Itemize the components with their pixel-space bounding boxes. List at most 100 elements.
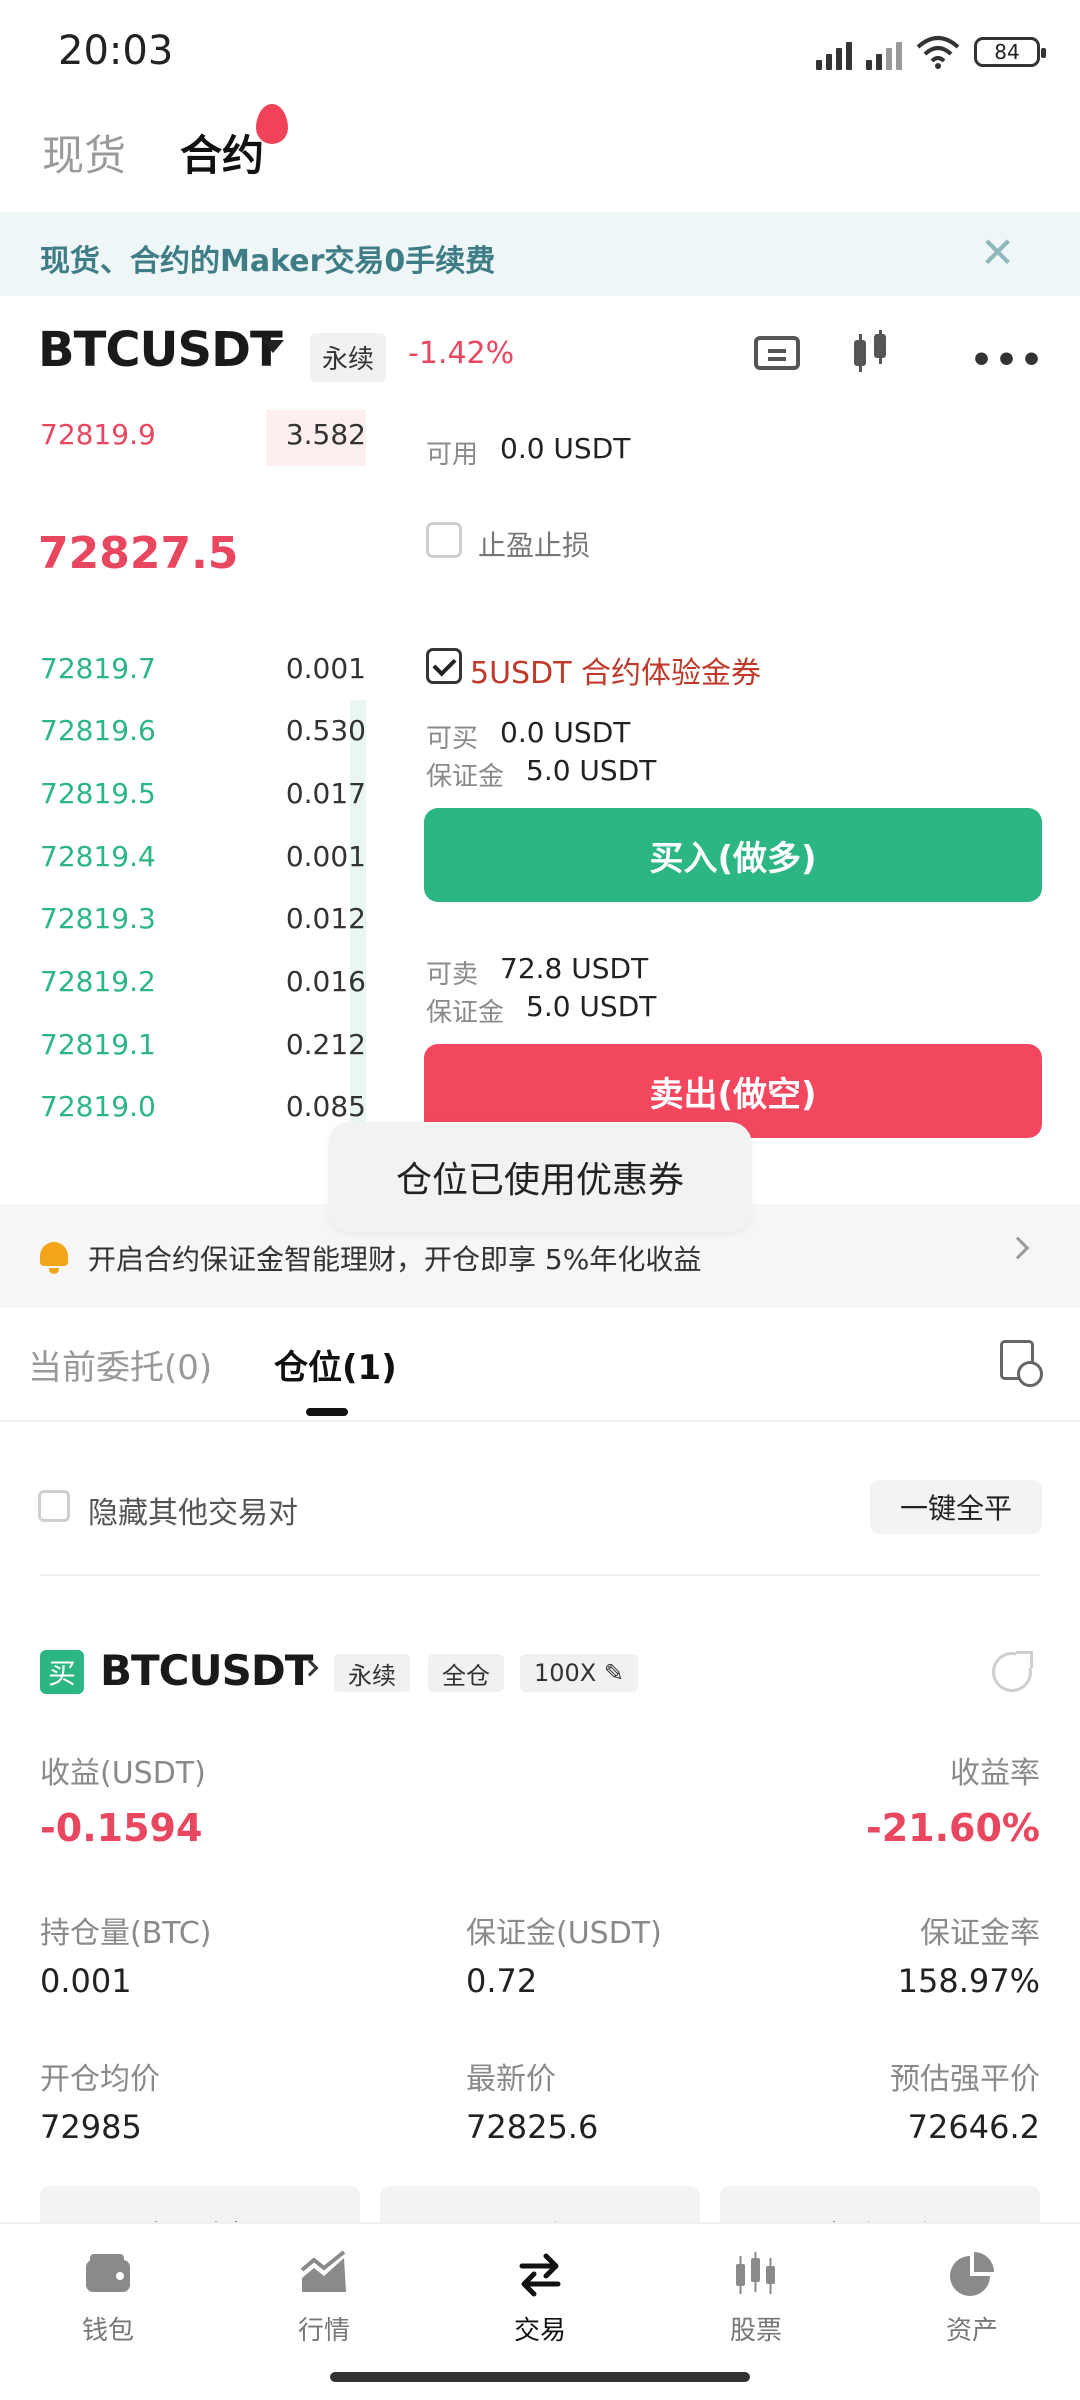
wifi-icon [916, 36, 960, 69]
nav-assets[interactable]: 资产 [912, 2248, 1032, 2347]
entry-price-value: 72985 [40, 2108, 142, 2146]
margin-ratio-label: 保证金率 [920, 1916, 1040, 1951]
hide-others-label[interactable]: 隐藏其他交易对 [88, 1488, 298, 1532]
liq-price-value: 72646.2 [907, 2108, 1040, 2146]
close-all-button[interactable]: 一键全平 [870, 1480, 1042, 1534]
buy-long-button[interactable]: 买入(做多) [424, 808, 1042, 902]
mark-price-value: 72825.6 [466, 2108, 599, 2146]
margin-ratio-value: 158.97% [897, 1962, 1040, 2000]
bid-qty: 0.001 [285, 652, 366, 685]
battery-level: 84 [994, 40, 1020, 64]
home-indicator[interactable] [330, 2372, 750, 2382]
bid-qty: 0.212 [285, 1028, 366, 1061]
cross-margin-chip: 全仓 [428, 1654, 504, 1692]
can-buy-value: 0.0 USDT [500, 716, 631, 749]
sell-margin-value: 5.0 USDT [526, 990, 657, 1023]
signal-icon-2 [866, 34, 902, 70]
margin-label: 保证金(USDT) [466, 1916, 662, 1951]
pnl-label: 收益(USDT) [40, 1756, 206, 1791]
nav-trade[interactable]: 交易 [480, 2248, 600, 2347]
chart-icon [300, 2250, 346, 2292]
can-sell-label: 可卖 [426, 960, 479, 990]
toast-message: 仓位已使用优惠券 [328, 1122, 752, 1232]
roe-label: 收益率 [950, 1756, 1040, 1791]
bid-price[interactable]: 72819.4 [40, 840, 156, 873]
divider [40, 1574, 1040, 1576]
swap-icon [519, 2253, 561, 2297]
bid-price[interactable]: 72819.0 [40, 1090, 156, 1123]
hot-flame-icon [256, 104, 288, 144]
status-icons: 84 [816, 34, 1046, 70]
tab-positions[interactable]: 仓位(1) [274, 1340, 397, 1389]
candles-icon [736, 2252, 775, 2294]
bid-qty: 0.530 [285, 714, 366, 747]
nav-label: 行情 [297, 2316, 350, 2346]
can-sell-value: 72.8 USDT [500, 952, 649, 985]
buy-margin-label: 保证金 [426, 762, 505, 792]
bid-price[interactable]: 72819.6 [40, 714, 156, 747]
wallet-icon [86, 2254, 130, 2292]
order-history-icon[interactable] [1000, 1340, 1043, 1387]
coupon-ticket-icon[interactable] [754, 336, 800, 370]
tab-open-orders[interactable]: 当前委托(0) [28, 1340, 212, 1389]
entry-price-label: 开仓均价 [40, 2062, 160, 2097]
bid-qty: 0.012 [285, 902, 366, 935]
notice-text: 开启合约保证金智能理财，开仓即享 5%年化收益 [88, 1243, 702, 1276]
battery-icon: 84 [974, 37, 1046, 67]
nav-label: 钱包 [81, 2316, 134, 2346]
size-label: 持仓量(BTC) [40, 1916, 212, 1951]
kline-chart-icon[interactable] [850, 330, 890, 374]
pie-icon [950, 2252, 994, 2296]
perpetual-chip: 永续 [334, 1654, 410, 1692]
nav-wallet[interactable]: 钱包 [48, 2248, 168, 2347]
bid-qty: 0.085 [285, 1090, 366, 1123]
tab-contract[interactable]: 合约 [180, 122, 264, 183]
pnl-value: -0.1594 [40, 1806, 203, 1850]
leverage-chip[interactable]: 100X ✎ [520, 1654, 638, 1692]
bid-qty: 0.016 [285, 965, 366, 998]
liq-price-label: 预估强平价 [890, 2062, 1040, 2097]
perpetual-badge: 永续 [310, 333, 387, 382]
caret-down-icon[interactable] [262, 340, 284, 353]
coupon-label[interactable]: 5USDT 合约体验金券 [470, 648, 761, 692]
price-change: -1.42% [408, 336, 515, 371]
bell-icon [40, 1242, 68, 1274]
position-pair[interactable]: BTCUSDT [100, 1646, 313, 1695]
available-label: 可用 [426, 440, 479, 470]
tpsl-label[interactable]: 止盈止损 [478, 524, 590, 564]
side-badge: 买 [40, 1650, 84, 1694]
hide-others-checkbox[interactable] [38, 1490, 70, 1522]
nav-stocks[interactable]: 股票 [696, 2248, 816, 2347]
nav-market[interactable]: 行情 [264, 2248, 384, 2347]
tpsl-checkbox[interactable] [426, 522, 462, 558]
status-time: 20:03 [58, 28, 174, 74]
last-price[interactable]: 72827.5 [38, 528, 238, 579]
available-value: 0.0 USDT [500, 432, 631, 465]
buy-margin-value: 5.0 USDT [526, 754, 657, 787]
bid-price[interactable]: 72819.1 [40, 1028, 156, 1061]
size-value: 0.001 [40, 1962, 132, 2000]
ask-price[interactable]: 72819.9 [40, 418, 156, 451]
margin-value: 0.72 [466, 1962, 538, 2000]
nav-label: 交易 [513, 2316, 566, 2346]
bid-qty: 0.001 [285, 840, 366, 873]
promo-banner-text: 现货、合约的Maker交易0手续费 [40, 244, 496, 279]
more-icon[interactable]: ••• [970, 340, 1045, 381]
close-icon[interactable]: ✕ [980, 228, 1015, 277]
share-icon[interactable] [992, 1651, 1033, 1692]
bid-price[interactable]: 72819.2 [40, 965, 156, 998]
nav-label: 股票 [729, 2316, 782, 2346]
pair-selector[interactable]: BTCUSDT [38, 322, 283, 378]
nav-label: 资产 [945, 2316, 998, 2346]
mark-price-label: 最新价 [466, 2062, 556, 2097]
active-tab-indicator [306, 1408, 348, 1416]
coupon-checkbox[interactable] [426, 648, 462, 684]
ask-qty: 3.582 [285, 418, 366, 451]
roe-value: -21.60% [865, 1806, 1040, 1850]
bid-price[interactable]: 72819.3 [40, 902, 156, 935]
bid-price[interactable]: 72819.5 [40, 777, 156, 810]
divider [0, 1420, 1080, 1422]
tab-spot[interactable]: 现货 [42, 122, 126, 183]
sell-margin-label: 保证金 [426, 998, 505, 1028]
bid-price[interactable]: 72819.7 [40, 652, 156, 685]
